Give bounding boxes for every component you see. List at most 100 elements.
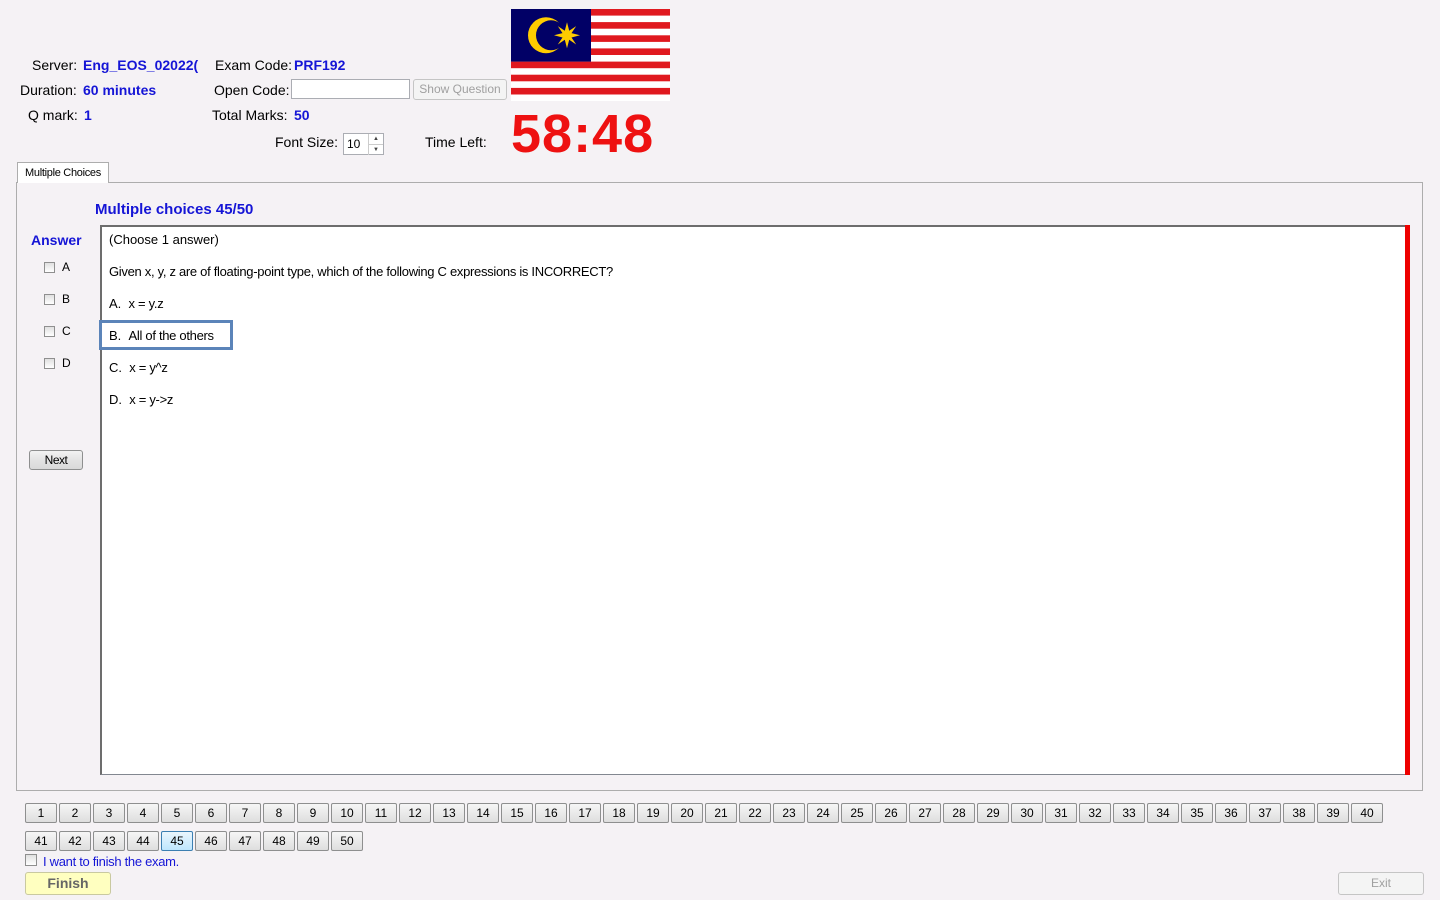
question-nav-button[interactable]: 31 (1045, 803, 1077, 823)
open-code-input[interactable] (291, 79, 410, 99)
spin-up-icon[interactable]: ▲ (368, 134, 383, 144)
question-nav-button[interactable]: 29 (977, 803, 1009, 823)
finish-confirm-label: I want to finish the exam. (43, 854, 179, 869)
question-nav-button[interactable]: 36 (1215, 803, 1247, 823)
option-a: A. x = y.z (109, 296, 164, 311)
exam-code-label: Exam Code: (215, 57, 293, 73)
option-text: x = y->z (129, 392, 174, 407)
question-nav-button[interactable]: 42 (59, 831, 91, 851)
question-nav-button[interactable]: 8 (263, 803, 295, 823)
question-nav-button[interactable]: 46 (195, 831, 227, 851)
question-nav-button[interactable]: 21 (705, 803, 737, 823)
question-nav-button[interactable]: 18 (603, 803, 635, 823)
question-nav-button[interactable]: 47 (229, 831, 261, 851)
question-nav-button[interactable]: 44 (127, 831, 159, 851)
font-size-stepper[interactable]: 10 ▲ ▼ (343, 133, 384, 155)
timer-display: 58:48 (511, 104, 655, 164)
question-nav-button[interactable]: 11 (365, 803, 397, 823)
question-nav-button[interactable]: 14 (467, 803, 499, 823)
duration-value: 60 minutes (83, 82, 157, 98)
finish-confirm-checkbox[interactable] (25, 854, 37, 866)
open-code-label: Open Code: (214, 82, 290, 98)
question-nav-button[interactable]: 25 (841, 803, 873, 823)
question-nav-button[interactable]: 16 (535, 803, 567, 823)
finish-button[interactable]: Finish (25, 872, 111, 895)
answer-label-d: D (62, 356, 71, 370)
answer-checkbox-c[interactable] (44, 326, 55, 337)
question-nav-button[interactable]: 48 (263, 831, 295, 851)
option-letter: C. (109, 360, 122, 375)
question-nav-button[interactable]: 38 (1283, 803, 1315, 823)
answer-checkbox-a[interactable] (44, 262, 55, 273)
question-nav-button[interactable]: 26 (875, 803, 907, 823)
scroll-indicator (1405, 225, 1410, 775)
question-progress: Multiple choices 45/50 (95, 201, 254, 218)
question-text-area[interactable] (100, 225, 1407, 775)
tab-multiple-choices[interactable]: Multiple Choices (17, 162, 109, 183)
option-letter: A. (109, 296, 122, 311)
answer-label-a: A (62, 260, 71, 274)
option-d: D. x = y->z (109, 392, 173, 407)
question-nav-button[interactable]: 27 (909, 803, 941, 823)
question-nav-button[interactable]: 20 (671, 803, 703, 823)
question-nav-button[interactable]: 13 (433, 803, 465, 823)
question-nav-button[interactable]: 15 (501, 803, 533, 823)
question-nav-button[interactable]: 50 (331, 831, 363, 851)
question-nav-button[interactable]: 35 (1181, 803, 1213, 823)
qmark-label: Q mark: (28, 107, 78, 123)
answer-title: Answer (31, 232, 82, 248)
option-letter: D. (109, 392, 122, 407)
question-nav-button[interactable]: 33 (1113, 803, 1145, 823)
question-nav-button[interactable]: 7 (229, 803, 261, 823)
server-label: Server: (32, 57, 78, 73)
question-nav-button[interactable]: 24 (807, 803, 839, 823)
answer-label-c: C (62, 324, 71, 338)
question-nav-button[interactable]: 5 (161, 803, 193, 823)
question-nav-button[interactable]: 4 (127, 803, 159, 823)
question-nav-button[interactable]: 37 (1249, 803, 1281, 823)
question-nav-button[interactable]: 32 (1079, 803, 1111, 823)
question-nav-button[interactable]: 28 (943, 803, 975, 823)
question-nav-button[interactable]: 10 (331, 803, 363, 823)
font-size-value: 10 (347, 137, 361, 151)
answer-checkbox-b[interactable] (44, 294, 55, 305)
total-marks-value: 50 (294, 107, 310, 123)
question-nav-button[interactable]: 45 (161, 831, 193, 851)
font-size-label: Font Size: (275, 134, 339, 150)
question-nav-button[interactable]: 34 (1147, 803, 1179, 823)
time-left-label: Time Left: (425, 134, 487, 150)
question-nav-button[interactable]: 49 (297, 831, 329, 851)
question-text: Given x, y, z are of floating-point type… (109, 264, 613, 279)
option-text: x = y^z (129, 360, 168, 375)
duration-label: Duration: (20, 82, 77, 98)
answer-label-b: B (62, 292, 71, 306)
question-nav-button[interactable]: 39 (1317, 803, 1349, 823)
question-nav-button[interactable]: 9 (297, 803, 329, 823)
question-nav-button[interactable]: 6 (195, 803, 227, 823)
question-nav-button[interactable]: 30 (1011, 803, 1043, 823)
option-text: All of the others (128, 328, 215, 343)
question-nav-button[interactable]: 23 (773, 803, 805, 823)
exam-code-value: PRF192 (294, 57, 346, 73)
exit-button[interactable]: Exit (1338, 872, 1424, 895)
malaysia-flag-icon (511, 9, 670, 101)
question-nav-button[interactable]: 2 (59, 803, 91, 823)
question-nav-button[interactable]: 22 (739, 803, 771, 823)
option-b: B. All of the others (109, 328, 214, 343)
qmark-value: 1 (84, 107, 92, 123)
answer-checkbox-d[interactable] (44, 358, 55, 369)
total-marks-label: Total Marks: (212, 107, 288, 123)
question-nav-button[interactable]: 40 (1351, 803, 1383, 823)
question-nav-button[interactable]: 41 (25, 831, 57, 851)
question-nav-button[interactable]: 17 (569, 803, 601, 823)
question-nav-button[interactable]: 12 (399, 803, 431, 823)
next-button[interactable]: Next (29, 450, 83, 470)
question-nav-button[interactable]: 43 (93, 831, 125, 851)
question-nav-button[interactable]: 19 (637, 803, 669, 823)
question-instruction: (Choose 1 answer) (109, 232, 219, 247)
show-question-button[interactable]: Show Question (413, 79, 507, 100)
question-nav-button[interactable]: 3 (93, 803, 125, 823)
question-nav-button[interactable]: 1 (25, 803, 57, 823)
spin-down-icon[interactable]: ▼ (368, 144, 383, 155)
server-value: Eng_EOS_02022( (83, 57, 199, 73)
